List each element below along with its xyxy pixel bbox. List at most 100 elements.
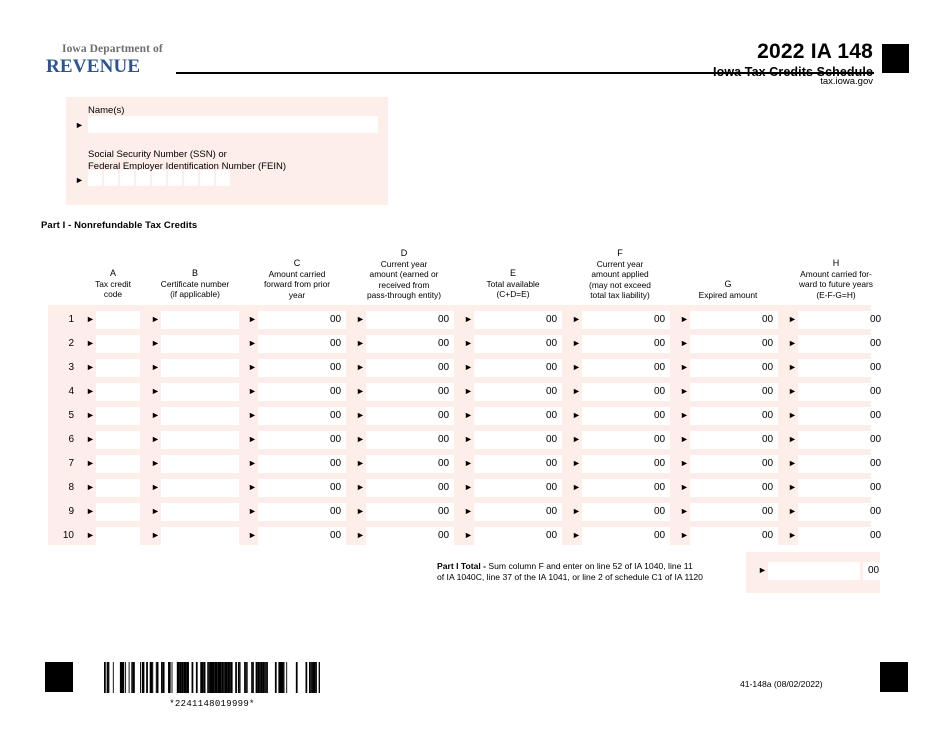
input-f-row-9[interactable]: [582, 503, 656, 521]
input-a-row-9[interactable]: [96, 503, 140, 521]
input-a-row-5[interactable]: [96, 407, 140, 425]
input-h-row-2[interactable]: [798, 335, 872, 353]
input-e-row-1[interactable]: [474, 311, 548, 329]
input-c-row-7[interactable]: [258, 455, 332, 473]
cell-a-row-5: ►: [86, 407, 142, 425]
input-g-row-6[interactable]: [690, 431, 764, 449]
part1-total-input[interactable]: [768, 562, 860, 580]
cents-c-row-5: 00: [325, 407, 346, 425]
ssn-digit-box-4[interactable]: [136, 170, 150, 186]
input-e-row-5[interactable]: [474, 407, 548, 425]
input-a-row-4[interactable]: [96, 383, 140, 401]
input-d-row-10[interactable]: [366, 527, 440, 545]
input-f-row-2[interactable]: [582, 335, 656, 353]
input-b-row-1[interactable]: [161, 311, 239, 329]
input-h-row-5[interactable]: [798, 407, 872, 425]
input-h-row-7[interactable]: [798, 455, 872, 473]
cell-arrow-icon: ►: [680, 410, 689, 420]
ssn-digit-box-1[interactable]: [88, 170, 102, 186]
input-g-row-3[interactable]: [690, 359, 764, 377]
input-e-row-7[interactable]: [474, 455, 548, 473]
input-g-row-8[interactable]: [690, 479, 764, 497]
input-g-row-7[interactable]: [690, 455, 764, 473]
input-h-row-10[interactable]: [798, 527, 872, 545]
input-h-row-6[interactable]: [798, 431, 872, 449]
input-b-row-6[interactable]: [161, 431, 239, 449]
input-e-row-9[interactable]: [474, 503, 548, 521]
input-c-row-3[interactable]: [258, 359, 332, 377]
part1-total-instructions: Part I Total - Sum column F and enter on…: [437, 561, 743, 582]
column-letter-b: B: [191, 268, 198, 278]
input-b-row-4[interactable]: [161, 383, 239, 401]
cell-arrow-icon: ►: [151, 314, 160, 324]
input-b-row-7[interactable]: [161, 455, 239, 473]
input-a-row-1[interactable]: [96, 311, 140, 329]
input-a-row-6[interactable]: [96, 431, 140, 449]
input-h-row-9[interactable]: [798, 503, 872, 521]
input-a-row-3[interactable]: [96, 359, 140, 377]
input-e-row-2[interactable]: [474, 335, 548, 353]
ssn-fein-input-group[interactable]: [88, 170, 230, 186]
input-b-row-2[interactable]: [161, 335, 239, 353]
input-f-row-6[interactable]: [582, 431, 656, 449]
input-h-row-3[interactable]: [798, 359, 872, 377]
input-f-row-1[interactable]: [582, 311, 656, 329]
ssn-digit-box-3[interactable]: [120, 170, 134, 186]
input-h-row-4[interactable]: [798, 383, 872, 401]
input-c-row-5[interactable]: [258, 407, 332, 425]
input-a-row-7[interactable]: [96, 455, 140, 473]
input-e-row-6[interactable]: [474, 431, 548, 449]
cell-f-row-1: ► 00: [572, 311, 670, 329]
input-d-row-1[interactable]: [366, 311, 440, 329]
input-g-row-9[interactable]: [690, 503, 764, 521]
input-d-row-6[interactable]: [366, 431, 440, 449]
input-c-row-6[interactable]: [258, 431, 332, 449]
input-d-row-3[interactable]: [366, 359, 440, 377]
input-f-row-4[interactable]: [582, 383, 656, 401]
input-f-row-3[interactable]: [582, 359, 656, 377]
input-c-row-4[interactable]: [258, 383, 332, 401]
input-g-row-1[interactable]: [690, 311, 764, 329]
input-a-row-2[interactable]: [96, 335, 140, 353]
input-c-row-2[interactable]: [258, 335, 332, 353]
input-f-row-8[interactable]: [582, 479, 656, 497]
input-c-row-9[interactable]: [258, 503, 332, 521]
input-a-row-10[interactable]: [96, 527, 140, 545]
input-g-row-2[interactable]: [690, 335, 764, 353]
ssn-digit-box-7[interactable]: [184, 170, 198, 186]
input-e-row-10[interactable]: [474, 527, 548, 545]
input-h-row-1[interactable]: [798, 311, 872, 329]
input-c-row-8[interactable]: [258, 479, 332, 497]
input-a-row-8[interactable]: [96, 479, 140, 497]
input-d-row-4[interactable]: [366, 383, 440, 401]
ssn-digit-box-8[interactable]: [200, 170, 214, 186]
ssn-digit-box-2[interactable]: [104, 170, 118, 186]
input-f-row-7[interactable]: [582, 455, 656, 473]
input-e-row-3[interactable]: [474, 359, 548, 377]
input-g-row-4[interactable]: [690, 383, 764, 401]
input-b-row-5[interactable]: [161, 407, 239, 425]
input-f-row-5[interactable]: [582, 407, 656, 425]
input-b-row-10[interactable]: [161, 527, 239, 545]
input-f-row-10[interactable]: [582, 527, 656, 545]
input-h-row-8[interactable]: [798, 479, 872, 497]
input-e-row-4[interactable]: [474, 383, 548, 401]
input-d-row-7[interactable]: [366, 455, 440, 473]
names-input[interactable]: [88, 116, 378, 133]
ssn-digit-box-9[interactable]: [216, 170, 230, 186]
input-c-row-10[interactable]: [258, 527, 332, 545]
ssn-digit-box-5[interactable]: [152, 170, 166, 186]
input-b-row-9[interactable]: [161, 503, 239, 521]
input-g-row-5[interactable]: [690, 407, 764, 425]
input-d-row-8[interactable]: [366, 479, 440, 497]
input-d-row-2[interactable]: [366, 335, 440, 353]
input-c-row-1[interactable]: [258, 311, 332, 329]
input-e-row-8[interactable]: [474, 479, 548, 497]
input-d-row-5[interactable]: [366, 407, 440, 425]
ssn-digit-box-6[interactable]: [168, 170, 182, 186]
input-b-row-3[interactable]: [161, 359, 239, 377]
input-d-row-9[interactable]: [366, 503, 440, 521]
input-g-row-10[interactable]: [690, 527, 764, 545]
cell-arrow-icon: ►: [86, 338, 95, 348]
input-b-row-8[interactable]: [161, 479, 239, 497]
